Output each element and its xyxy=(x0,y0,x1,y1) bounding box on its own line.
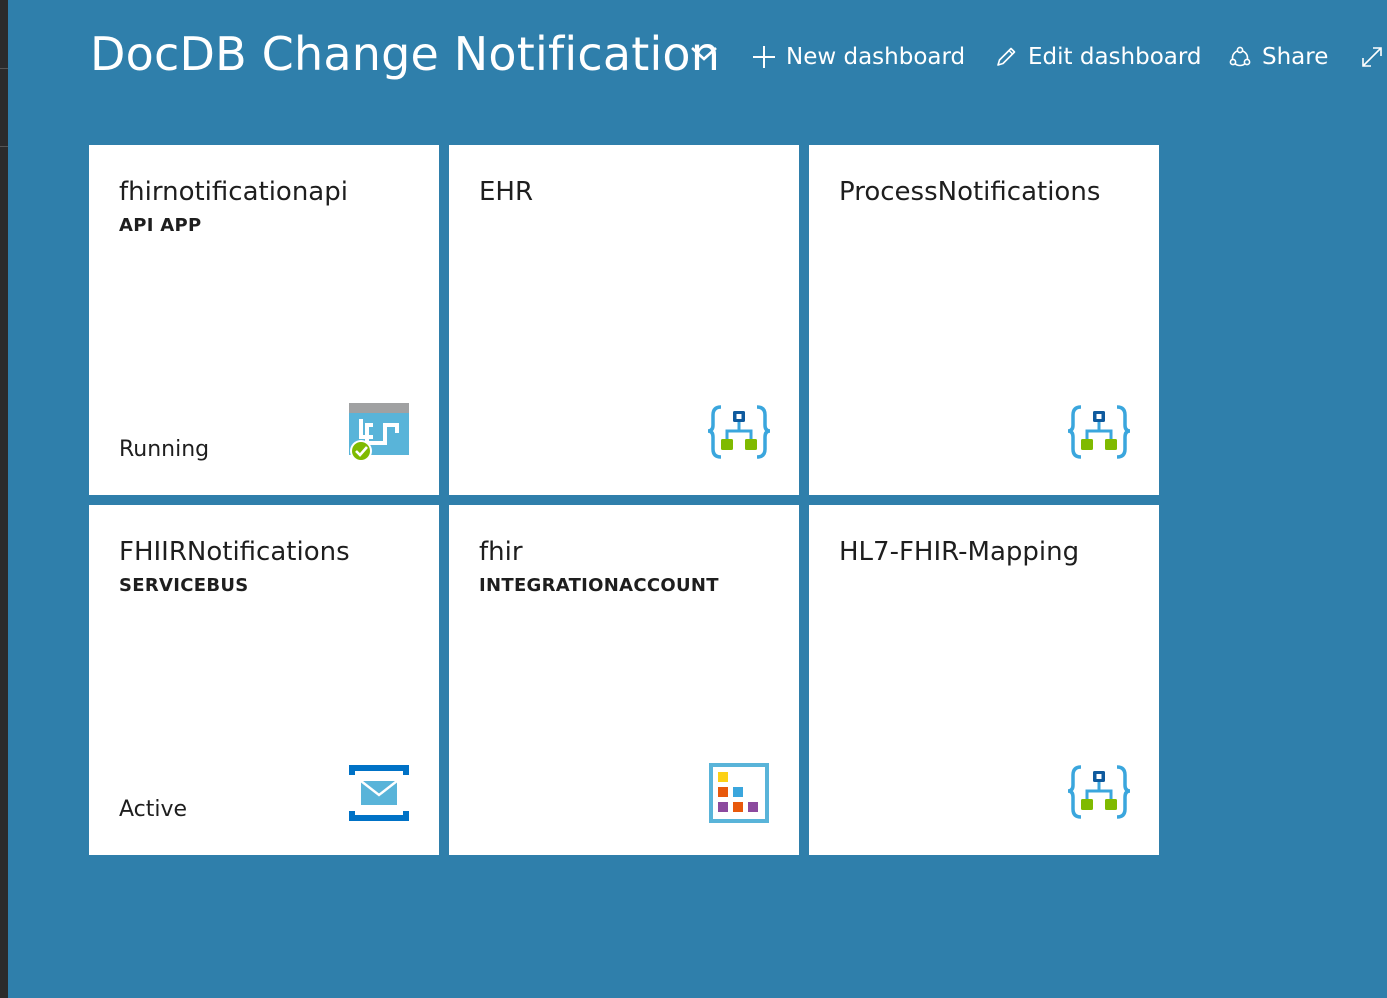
new-dashboard-button[interactable]: New dashboard xyxy=(752,40,965,74)
edit-dashboard-label: Edit dashboard xyxy=(1028,44,1202,70)
rail-divider xyxy=(0,146,8,147)
tile-subtitle: API APP xyxy=(119,215,202,236)
logic-app-icon xyxy=(1067,765,1131,819)
chevron-down-icon[interactable] xyxy=(690,44,718,64)
tile-fhir[interactable]: fhir INTEGRATIONACCOUNT xyxy=(449,505,799,855)
dashboard-header: DocDB Change Notification New dashboard … xyxy=(0,0,1387,115)
tile-title: FHIIRNotifications xyxy=(119,537,350,567)
tile-title: ProcessNotifications xyxy=(839,177,1101,207)
tile-ehr[interactable]: EHR xyxy=(449,145,799,495)
logic-app-icon xyxy=(1067,405,1131,459)
plus-icon xyxy=(752,45,776,69)
integration-account-icon xyxy=(709,763,769,823)
service-bus-icon xyxy=(349,765,409,821)
left-rail xyxy=(0,0,8,998)
tile-title: HL7-FHIR-Mapping xyxy=(839,537,1080,567)
new-dashboard-label: New dashboard xyxy=(786,44,966,70)
tile-title: fhirnotificationapi xyxy=(119,177,348,207)
fullscreen-button[interactable] xyxy=(1360,40,1387,74)
tile-title: EHR xyxy=(479,177,534,207)
tile-fhiirnotifications[interactable]: FHIIRNotifications SERVICEBUS Active xyxy=(89,505,439,855)
tile-title: fhir xyxy=(479,537,523,567)
pencil-icon xyxy=(994,45,1018,69)
share-label: Share xyxy=(1262,44,1329,70)
edit-dashboard-button[interactable]: Edit dashboard xyxy=(994,40,1202,74)
tile-status: Running xyxy=(119,437,210,462)
tile-status: Active xyxy=(119,797,188,822)
tile-fhirnotificationapi[interactable]: fhirnotificationapi API APP Running xyxy=(89,145,439,495)
dashboard-title[interactable]: DocDB Change Notification xyxy=(90,27,720,81)
tile-processnotifications[interactable]: ProcessNotifications xyxy=(809,145,1159,495)
logic-app-icon xyxy=(707,405,771,459)
share-icon xyxy=(1228,45,1252,69)
tile-hl7-fhir-mapping[interactable]: HL7-FHIR-Mapping xyxy=(809,505,1159,855)
share-button[interactable]: Share xyxy=(1228,40,1328,74)
api-app-icon xyxy=(349,403,409,462)
expand-icon xyxy=(1360,45,1384,69)
tile-subtitle: INTEGRATIONACCOUNT xyxy=(479,575,719,596)
tile-subtitle: SERVICEBUS xyxy=(119,575,249,596)
